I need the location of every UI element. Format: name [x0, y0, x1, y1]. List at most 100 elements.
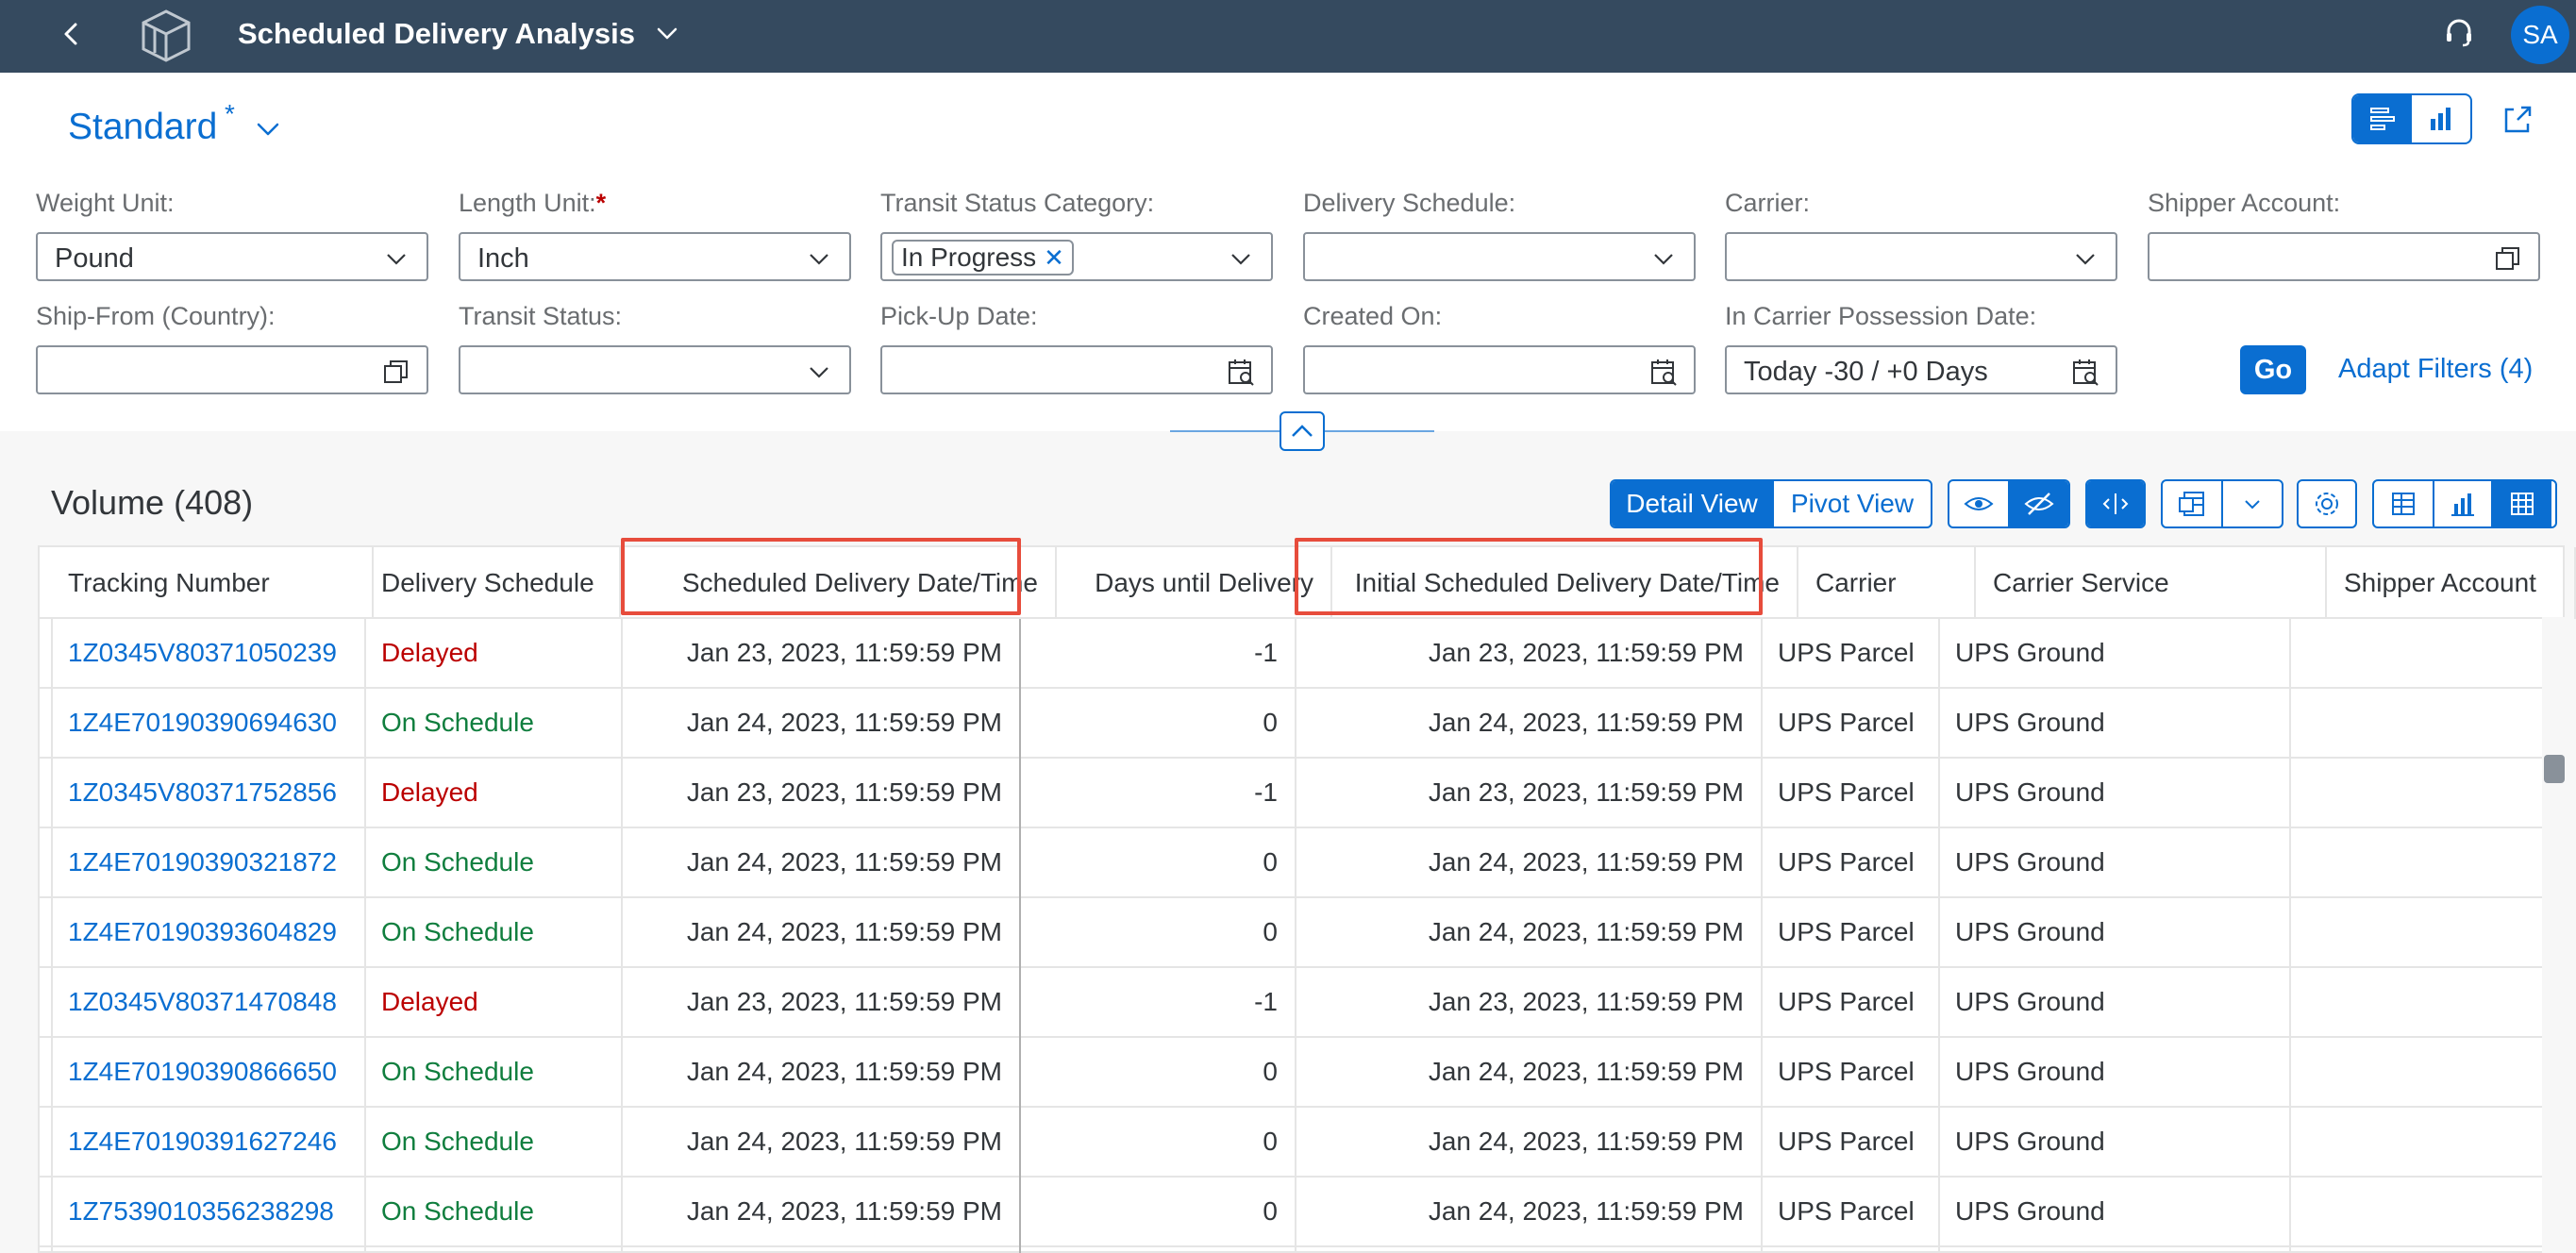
- chevron-down-icon[interactable]: [2070, 243, 2100, 274]
- column-header-delivery-schedule[interactable]: Delivery Schedule: [364, 547, 621, 619]
- chevron-down-icon[interactable]: [253, 114, 283, 144]
- scheduled-delivery-datetime: Jan 24, 2023, 11:59:59 PM: [686, 1057, 1002, 1086]
- app-title[interactable]: Scheduled Delivery Analysis: [238, 15, 635, 53]
- shipper-account-label: Shipper Account:: [2148, 189, 2341, 217]
- column-header-carrier-service[interactable]: Carrier Service: [1976, 547, 2327, 619]
- weight-unit-select[interactable]: Pound: [36, 232, 428, 281]
- share-icon[interactable]: [2499, 101, 2536, 139]
- headset-icon[interactable]: [2440, 13, 2478, 51]
- chevron-down-icon[interactable]: [653, 19, 681, 47]
- chevron-down-icon[interactable]: [1648, 243, 1679, 274]
- collapse-header-button[interactable]: [1280, 411, 1325, 451]
- table-row[interactable]: 1Z4E70190393604829 On Schedule Jan 24, 202…: [40, 898, 2563, 968]
- visibility-toggle-group: [1948, 479, 2070, 528]
- tracking-number-link[interactable]: 1Z4E70190390321872: [51, 828, 364, 896]
- carrier-select[interactable]: [1725, 232, 2117, 281]
- go-button[interactable]: Go: [2240, 345, 2306, 394]
- chart-mode-button[interactable]: [2433, 481, 2491, 526]
- tracking-number-link[interactable]: 1Z0345V80371050239: [51, 619, 364, 687]
- value-help-icon[interactable]: [2493, 243, 2523, 274]
- scheduled-delivery-datetime: Jan 23, 2023, 11:59:59 PM: [686, 777, 1002, 807]
- table-row[interactable]: 1Z4E70190390866650 On Schedule Jan 24, 202…: [40, 1038, 2563, 1108]
- tracking-number-link[interactable]: 1Z4E70190390694630: [51, 689, 364, 757]
- days-until-delivery: 0: [1263, 708, 1278, 737]
- tracking-number-link[interactable]: 1Z0345V80371470848: [51, 968, 364, 1036]
- chevron-down-icon[interactable]: [804, 357, 834, 387]
- table-row[interactable]: 1Z7539010356238298 On Schedule Jan 24, 202…: [40, 1178, 2563, 1247]
- delivery-schedule-status: On Schedule: [381, 708, 534, 737]
- table-row[interactable]: 1Z0345V80371050239 Delayed Jan 23, 2023, 1…: [40, 619, 2563, 689]
- export-button[interactable]: [2163, 481, 2221, 526]
- show-details-button[interactable]: [1949, 481, 2008, 526]
- back-chevron-icon[interactable]: [53, 15, 91, 53]
- table-row[interactable]: 1Z4E70190390321872 On Schedule Jan 24, 202…: [40, 828, 2563, 898]
- carrier-cell: UPS Parcel: [1778, 917, 1915, 946]
- initial-scheduled-delivery-datetime: Jan 23, 2023, 11:59:59 PM: [1428, 987, 1744, 1016]
- tracking-number-link[interactable]: 1Z0345V80371752856: [51, 759, 364, 827]
- shipper-account-input[interactable]: [2148, 232, 2540, 281]
- vertical-scrollbar[interactable]: [2542, 617, 2565, 1253]
- split-columns-button[interactable]: [2087, 481, 2144, 526]
- transit-status-select[interactable]: [459, 345, 851, 394]
- length-unit-select[interactable]: Inch: [459, 232, 851, 281]
- days-until-delivery: -1: [1254, 638, 1278, 667]
- in-carrier-possession-date-input[interactable]: Today -30 / +0 Days: [1725, 345, 2117, 394]
- data-table: Tracking Number Delivery Schedule Schedu…: [38, 538, 2576, 1253]
- column-divider: [1019, 619, 1021, 1253]
- export-dropdown-button[interactable]: [2221, 481, 2282, 526]
- chevron-down-icon[interactable]: [804, 243, 834, 274]
- carrier-cell: UPS Parcel: [1778, 777, 1915, 807]
- user-avatar[interactable]: SA: [2511, 6, 2569, 64]
- tracking-number-link[interactable]: 1Z4E70190393604829: [51, 898, 364, 966]
- delivery-schedule-status: On Schedule: [381, 1057, 534, 1086]
- calendar-icon[interactable]: [2070, 357, 2100, 387]
- transit-status-category-multiselect[interactable]: In Progress ✕: [880, 232, 1273, 281]
- column-header-carrier[interactable]: Carrier: [1798, 547, 1976, 619]
- weight-unit-value: Pound: [55, 243, 134, 274]
- pickup-date-input[interactable]: [880, 345, 1273, 394]
- value-help-icon[interactable]: [381, 357, 411, 387]
- table-row[interactable]: 1Z4E70190390694630 On Schedule Jan 24, 202…: [40, 689, 2563, 759]
- carrier-service-cell: UPS Ground: [1955, 917, 2105, 946]
- column-header-shipper-account[interactable]: Shipper Account: [2327, 547, 2576, 619]
- excel-export-icon: [2179, 492, 2204, 516]
- visual-filter-toggle[interactable]: [2412, 95, 2470, 142]
- scrollbar-thumb[interactable]: [2544, 755, 2565, 783]
- tracking-number-link[interactable]: 1Z4E70190390866650: [51, 1038, 364, 1106]
- table-row[interactable]: 1Z0345V80371752856 Delayed Jan 23, 2023, 1…: [40, 759, 2563, 828]
- variant-selector[interactable]: Standard *: [68, 99, 235, 148]
- table-mode-button[interactable]: [2374, 481, 2433, 526]
- delivery-schedule-label: Delivery Schedule:: [1303, 189, 1516, 217]
- scheduled-delivery-datetime: Jan 23, 2023, 11:59:59 PM: [686, 638, 1002, 667]
- calendar-icon[interactable]: [1226, 357, 1256, 387]
- calendar-icon[interactable]: [1648, 357, 1679, 387]
- detail-view-button[interactable]: Detail View: [1612, 481, 1772, 526]
- filter-header: Standard * Weight Unit: Length Unit:* Tr…: [0, 73, 2576, 431]
- column-header-tracking-number[interactable]: Tracking Number: [51, 547, 374, 619]
- pivot-view-button[interactable]: Pivot View: [1772, 481, 1931, 526]
- token-remove-icon[interactable]: ✕: [1044, 243, 1064, 273]
- view-switch: Detail View Pivot View: [1610, 479, 1932, 528]
- variant-name: Standard: [68, 107, 218, 147]
- compact-filter-toggle[interactable]: [2353, 95, 2412, 142]
- carrier-cell: UPS Parcel: [1778, 847, 1915, 877]
- tracking-number-link[interactable]: 1Z7539010356238298: [51, 1178, 364, 1245]
- chevron-down-icon[interactable]: [381, 243, 411, 274]
- ship-from-country-input[interactable]: [36, 345, 428, 394]
- column-header-days-until-delivery[interactable]: Days until Delivery: [1057, 547, 1332, 619]
- hide-details-button[interactable]: [2008, 481, 2068, 526]
- delivery-schedule-select[interactable]: [1303, 232, 1696, 281]
- grid-mode-button[interactable]: [2491, 481, 2551, 526]
- table-row[interactable]: 1Z4E70190391627246 On Schedule Jan 24, 202…: [40, 1108, 2563, 1178]
- in-carrier-possession-date-label: In Carrier Possession Date:: [1725, 302, 2037, 330]
- created-on-input[interactable]: [1303, 345, 1696, 394]
- tracking-number-link[interactable]: 1Z4E70190391627246: [51, 1108, 364, 1176]
- days-until-delivery: 0: [1263, 847, 1278, 877]
- table-row[interactable]: 1Z0345V80371470848 Delayed Jan 23, 2023, 1…: [40, 968, 2563, 1038]
- adapt-filters-button[interactable]: Adapt Filters (4): [2338, 354, 2533, 385]
- shipper-account-cell: [2289, 1108, 2563, 1176]
- table-settings-button[interactable]: [2297, 479, 2357, 528]
- days-until-delivery: 0: [1263, 1127, 1278, 1156]
- carrier-service-cell: UPS Ground: [1955, 1196, 2105, 1226]
- chevron-down-icon[interactable]: [1226, 243, 1256, 274]
